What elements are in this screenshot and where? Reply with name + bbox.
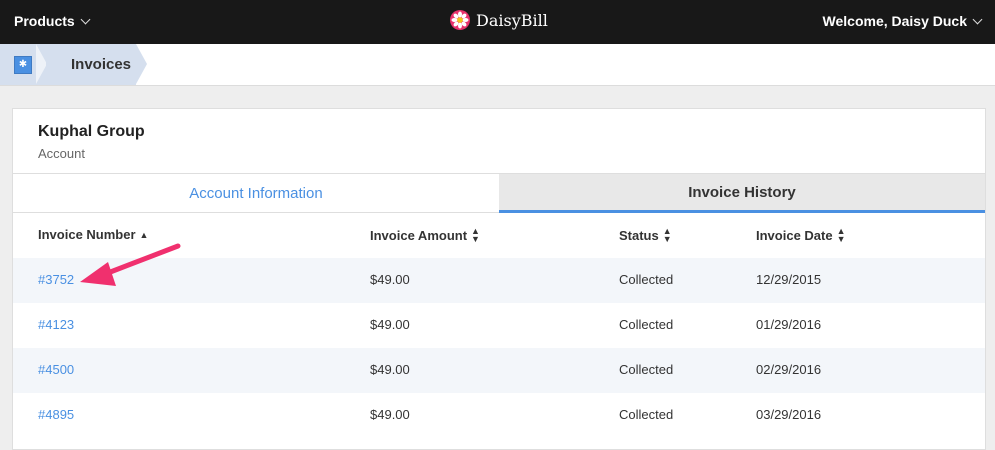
app-home-icon: ✱ [14, 55, 32, 74]
invoice-amount: $49.00 [370, 317, 410, 332]
sort-both-icon: ▲ ▼ [662, 226, 672, 244]
column-label: Invoice Amount [370, 227, 468, 243]
breadcrumb: ✱ Invoices [0, 44, 995, 86]
tab-account-information[interactable]: Account Information [13, 174, 499, 213]
tab-bar: Account Information Invoice History [13, 173, 985, 213]
invoice-number-link[interactable]: #4500 [38, 362, 74, 377]
sort-ascending-icon: ▲ [139, 229, 149, 240]
chevron-down-icon [972, 14, 983, 24]
column-header-invoice-number[interactable]: Invoice Number ▲ [38, 227, 148, 242]
invoice-status: Collected [619, 407, 674, 422]
invoice-date: 01/29/2016 [756, 317, 822, 332]
invoice-date: 12/29/2015 [756, 272, 822, 287]
chevron-down-icon [80, 14, 91, 24]
column-header-status[interactable]: Status ▲ ▼ [619, 226, 672, 244]
invoice-status: Collected [619, 317, 674, 332]
invoice-date: 03/29/2016 [756, 407, 822, 422]
tab-invoice-history[interactable]: Invoice History [499, 174, 985, 213]
invoice-status: Collected [619, 272, 674, 287]
welcome-label: Welcome, Daisy Duck [822, 13, 967, 29]
invoice-status: Collected [619, 362, 674, 377]
invoice-number-link[interactable]: #4895 [38, 407, 74, 422]
user-menu[interactable]: Welcome, Daisy Duck [822, 13, 983, 29]
brand-name: DaisyBill [476, 10, 548, 30]
sort-both-icon: ▲ ▼ [836, 226, 846, 244]
annotation-arrow-icon [80, 243, 181, 286]
invoice-date: 02/29/2016 [756, 362, 822, 377]
account-type: Account [38, 146, 85, 161]
column-label: Status [619, 227, 659, 243]
invoice-number-link[interactable]: #4123 [38, 317, 74, 332]
invoice-number-link[interactable]: #3752 [38, 272, 74, 287]
sort-both-icon: ▲ ▼ [471, 226, 480, 244]
account-name: Kuphal Group [38, 123, 145, 140]
breadcrumb-home[interactable]: ✱ [0, 44, 47, 85]
brand-logo[interactable]: DaisyBill [450, 10, 548, 30]
products-label: Products [14, 13, 75, 29]
table-row: #4123 $49.00 Collected 01/29/2016 [13, 303, 985, 348]
table-row: #4500 $49.00 Collected 02/29/2016 [13, 348, 985, 393]
invoice-amount: $49.00 [370, 407, 410, 422]
top-nav-bar: Products DaisyBill Welcome, Daisy Duck [0, 0, 995, 44]
column-label: Invoice Number [38, 227, 136, 242]
invoice-amount: $49.00 [370, 362, 410, 377]
invoice-amount: $49.00 [370, 272, 410, 287]
breadcrumb-invoices[interactable]: Invoices [46, 44, 147, 85]
daisy-flower-icon [450, 10, 470, 30]
products-menu[interactable]: Products [14, 13, 91, 29]
breadcrumb-invoices-label: Invoices [71, 56, 132, 73]
column-label: Invoice Date [756, 227, 833, 243]
column-header-invoice-amount[interactable]: Invoice Amount ▲ ▼ [370, 226, 480, 244]
column-header-invoice-date[interactable]: Invoice Date ▲ ▼ [756, 226, 846, 244]
table-row: #4895 $49.00 Collected 03/29/2016 [13, 393, 985, 438]
